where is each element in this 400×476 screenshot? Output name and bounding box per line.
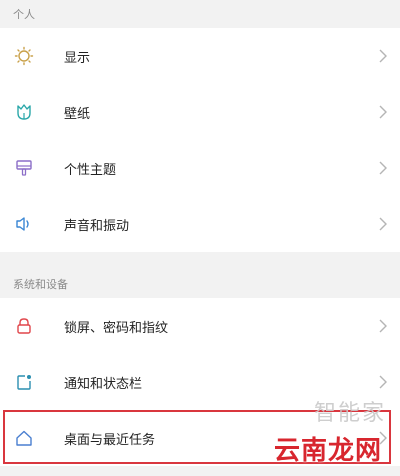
section-gap	[0, 252, 400, 266]
chevron-right-icon	[376, 47, 390, 65]
chevron-right-icon	[376, 159, 390, 177]
settings-item-display[interactable]: 显示	[0, 28, 400, 84]
settings-item-label: 显示	[64, 50, 91, 66]
settings-item-label: 壁纸	[64, 106, 91, 122]
sun-icon	[14, 46, 34, 66]
lock-icon	[14, 316, 34, 336]
chevron-right-icon	[376, 215, 390, 233]
watermark-text: 智能家	[313, 401, 386, 426]
speaker-icon	[14, 214, 34, 234]
watermark-logo: 云南龙网	[273, 436, 382, 466]
settings-item-label: 锁屏、密码和指纹	[64, 320, 169, 336]
section-header-system: 系统和设备	[0, 266, 400, 298]
chevron-right-icon	[376, 317, 390, 335]
notification-icon	[14, 372, 34, 392]
settings-item-wallpaper[interactable]: 壁纸	[0, 84, 400, 140]
paint-brush-icon	[14, 158, 34, 178]
chevron-right-icon	[376, 103, 390, 121]
tulip-icon	[14, 102, 34, 122]
settings-item-label: 个性主题	[64, 162, 117, 178]
settings-item-label: 通知和状态栏	[64, 376, 143, 392]
settings-item-lock-screen[interactable]: 锁屏、密码和指纹	[0, 298, 400, 354]
personal-group: 显示 壁纸 个性主题 声音和振动	[0, 28, 400, 252]
settings-item-sound[interactable]: 声音和振动	[0, 196, 400, 252]
home-icon	[14, 428, 34, 448]
settings-item-label: 声音和振动	[64, 218, 130, 234]
settings-item-theme[interactable]: 个性主题	[0, 140, 400, 196]
chevron-right-icon	[376, 373, 390, 391]
section-header-personal: 个人	[0, 0, 400, 28]
